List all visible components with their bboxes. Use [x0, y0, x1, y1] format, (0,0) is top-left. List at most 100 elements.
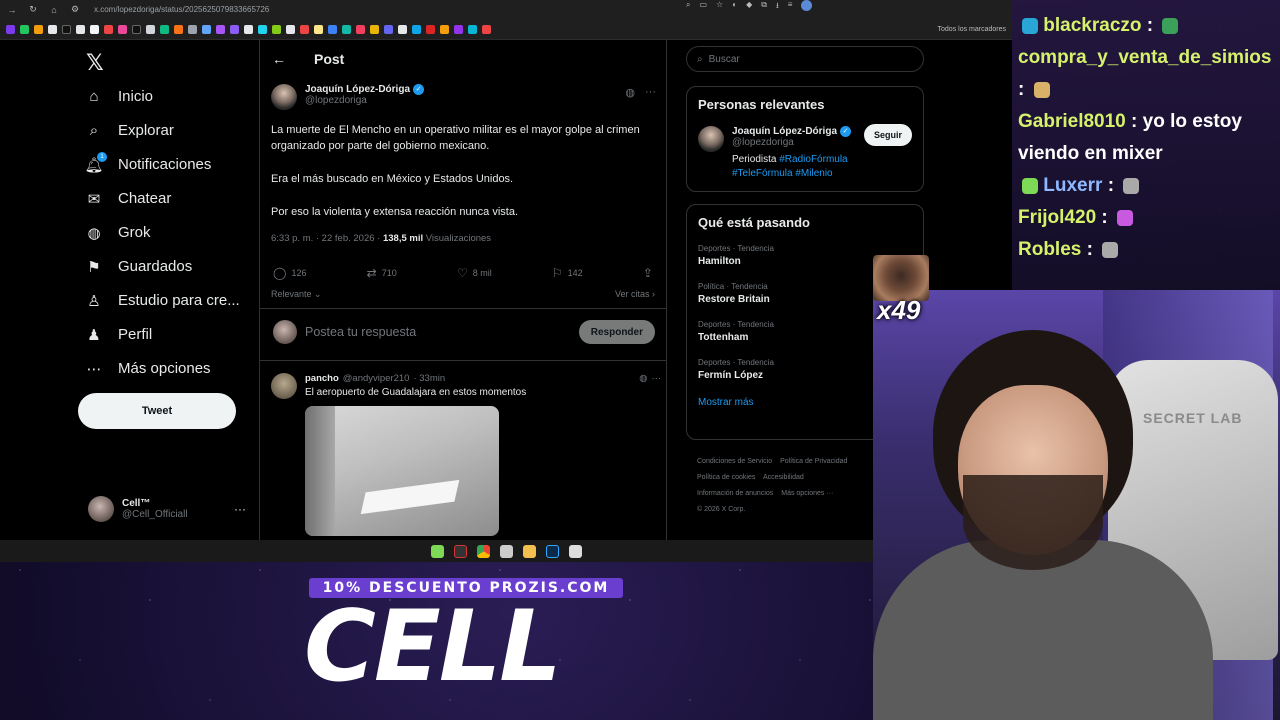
nav-item-mas-opciones[interactable]: ⋯ Más opciones	[86, 360, 211, 378]
post-timestamp[interactable]: 6:33 p. m. · 22 feb. 2026 ·	[271, 233, 380, 244]
bookmark-icon[interactable]	[76, 24, 85, 34]
more-icon[interactable]: ···	[645, 86, 656, 99]
bookmark-icon[interactable]	[118, 24, 127, 34]
nav-item-guardados[interactable]: ⚑ Guardados	[86, 258, 192, 276]
bookmark-icon[interactable]	[356, 24, 365, 34]
reload-icon[interactable]: ↻	[27, 4, 39, 15]
view-quotes-link[interactable]: Ver citas ›	[615, 289, 655, 300]
x-logo-icon[interactable]: 𝕏	[86, 50, 104, 76]
hashtag-link[interactable]: #Milenio	[795, 168, 832, 179]
nav-item-explorar[interactable]: ⌕ Explorar	[86, 122, 174, 139]
bookmark-action[interactable]: ⚐ 142	[552, 266, 583, 280]
app-icon[interactable]	[453, 544, 467, 558]
cast-icon[interactable]: ▭	[699, 0, 707, 14]
bookmark-icon[interactable]	[370, 24, 379, 34]
reply-author-handle[interactable]: @andyviper210	[343, 373, 410, 384]
bookmark-icon[interactable]	[34, 24, 43, 34]
bookmark-icon[interactable]	[300, 24, 309, 34]
grok-icon[interactable]: ◍	[639, 373, 647, 384]
bookmark-icon[interactable]	[188, 24, 197, 34]
repost-action[interactable]: ⇄ 710	[367, 266, 397, 280]
footer-link[interactable]: Información de anuncios	[697, 490, 773, 497]
bookmark-icon[interactable]	[244, 24, 253, 34]
author-handle[interactable]: @lopezdoriga	[305, 95, 424, 106]
bookmark-icon[interactable]	[426, 24, 435, 34]
bookmark-icon[interactable]	[160, 24, 169, 34]
bookmarks-folder[interactable]: Todos los marcadores	[938, 26, 1006, 33]
tweet-button[interactable]: Tweet	[78, 393, 236, 429]
reply-author-name[interactable]: pancho	[305, 373, 339, 384]
photoshop-icon[interactable]	[545, 544, 559, 558]
reply-video[interactable]	[305, 406, 499, 536]
nav-item-grok[interactable]: ◍ Grok	[86, 224, 150, 242]
more-icon[interactable]: ···	[234, 502, 246, 516]
footer-link[interactable]: Política de cookies	[697, 474, 755, 481]
bookmark-icon[interactable]	[62, 24, 71, 34]
app-icon[interactable]	[430, 544, 444, 558]
app-icon[interactable]	[568, 544, 582, 558]
person-row[interactable]: Joaquín López-Dóriga ✓ @lopezdoriga Peri…	[687, 112, 923, 181]
search-input[interactable]: ⌕ Buscar	[686, 46, 924, 72]
share-action[interactable]: ⇪	[643, 266, 653, 280]
bookmark-icon[interactable]	[146, 24, 155, 34]
bookmark-icon[interactable]	[286, 24, 295, 34]
bookmark-icon[interactable]	[384, 24, 393, 34]
chrome-icon[interactable]	[476, 544, 490, 558]
profile-avatar[interactable]	[801, 0, 813, 11]
nav-item-estudio[interactable]: ♙ Estudio para cre...	[86, 292, 239, 310]
bookmark-icon[interactable]	[342, 24, 351, 34]
bookmark-icon[interactable]	[258, 24, 267, 34]
bookmark-icon[interactable]	[398, 24, 407, 34]
folder-icon[interactable]	[522, 544, 536, 558]
footer-link[interactable]: Accesibilidad	[763, 474, 804, 481]
bookmark-icon[interactable]	[314, 24, 323, 34]
bookmark-icon[interactable]	[468, 24, 477, 34]
hashtag-link[interactable]: #RadioFórmula	[779, 154, 847, 165]
account-switcher[interactable]: Cell™ @Cell_Officiall ···	[88, 496, 246, 522]
avatar[interactable]	[271, 373, 297, 399]
bookmark-icon[interactable]	[440, 24, 449, 34]
address-bar[interactable]: x.com/lopezdoriga/status/202562507983366…	[94, 5, 269, 14]
app-icon[interactable]	[499, 544, 513, 558]
sort-dropdown[interactable]: Relevante ⌄	[271, 289, 322, 300]
nav-item-chatear[interactable]: ✉ Chatear	[86, 190, 172, 208]
bookmark-icon[interactable]	[90, 24, 99, 34]
bookmark-icon[interactable]	[174, 24, 183, 34]
hashtag-link[interactable]: #TeleFórmula	[732, 168, 793, 179]
footer-link[interactable]: Política de Privacidad	[780, 458, 847, 465]
avatar[interactable]	[271, 84, 297, 110]
grok-icon[interactable]: ◍	[625, 86, 635, 99]
person-name[interactable]: Joaquín López-Dóriga ✓	[732, 126, 851, 137]
bookmark-icon[interactable]	[412, 24, 421, 34]
bookmark-icon[interactable]	[104, 24, 113, 34]
bookmark-icon[interactable]	[48, 24, 57, 34]
zoom-icon[interactable]: ⌕	[686, 0, 690, 14]
footer-link[interactable]: Más opciones ···	[781, 490, 833, 497]
puzzle-icon[interactable]: ⧉	[761, 0, 767, 14]
reply-button[interactable]: Responder	[578, 320, 655, 344]
reply-input[interactable]: Postea tu respuesta	[305, 325, 416, 339]
bookmark-icon[interactable]	[482, 24, 491, 34]
reply-action[interactable]: ◯ 126	[273, 266, 306, 280]
nav-item-notificaciones[interactable]: 🔔︎ 1 Notificaciones	[84, 151, 211, 174]
nav-item-perfil[interactable]: ♟ Perfil	[86, 326, 152, 344]
bookmark-icon[interactable]	[272, 24, 281, 34]
follow-button[interactable]: Seguir	[863, 124, 912, 146]
avatar[interactable]	[698, 126, 724, 152]
more-icon[interactable]: ···	[652, 373, 662, 384]
bookmark-icon[interactable]	[20, 24, 29, 34]
reply-tweet[interactable]: pancho @andyviper210 · 33min ◍ ··· El ae…	[271, 373, 661, 536]
bookmark-icon[interactable]	[202, 24, 211, 34]
menu-icon[interactable]: ≡	[788, 0, 793, 14]
star-icon[interactable]: ☆	[716, 0, 723, 14]
site-info-icon[interactable]: ⚙	[69, 4, 81, 15]
author-name[interactable]: Joaquín López-Dóriga ✓	[305, 84, 424, 95]
back-arrow-icon[interactable]: ←	[272, 51, 286, 67]
home-icon[interactable]: ⌂	[48, 5, 60, 15]
bookmark-icon[interactable]	[132, 24, 141, 34]
back-icon[interactable]: →	[6, 5, 18, 15]
extension-icon[interactable]: ◐	[732, 0, 737, 14]
bookmark-icon[interactable]	[454, 24, 463, 34]
bookmark-icon[interactable]	[6, 24, 15, 34]
like-action[interactable]: ♡ 8 mil	[457, 266, 492, 280]
